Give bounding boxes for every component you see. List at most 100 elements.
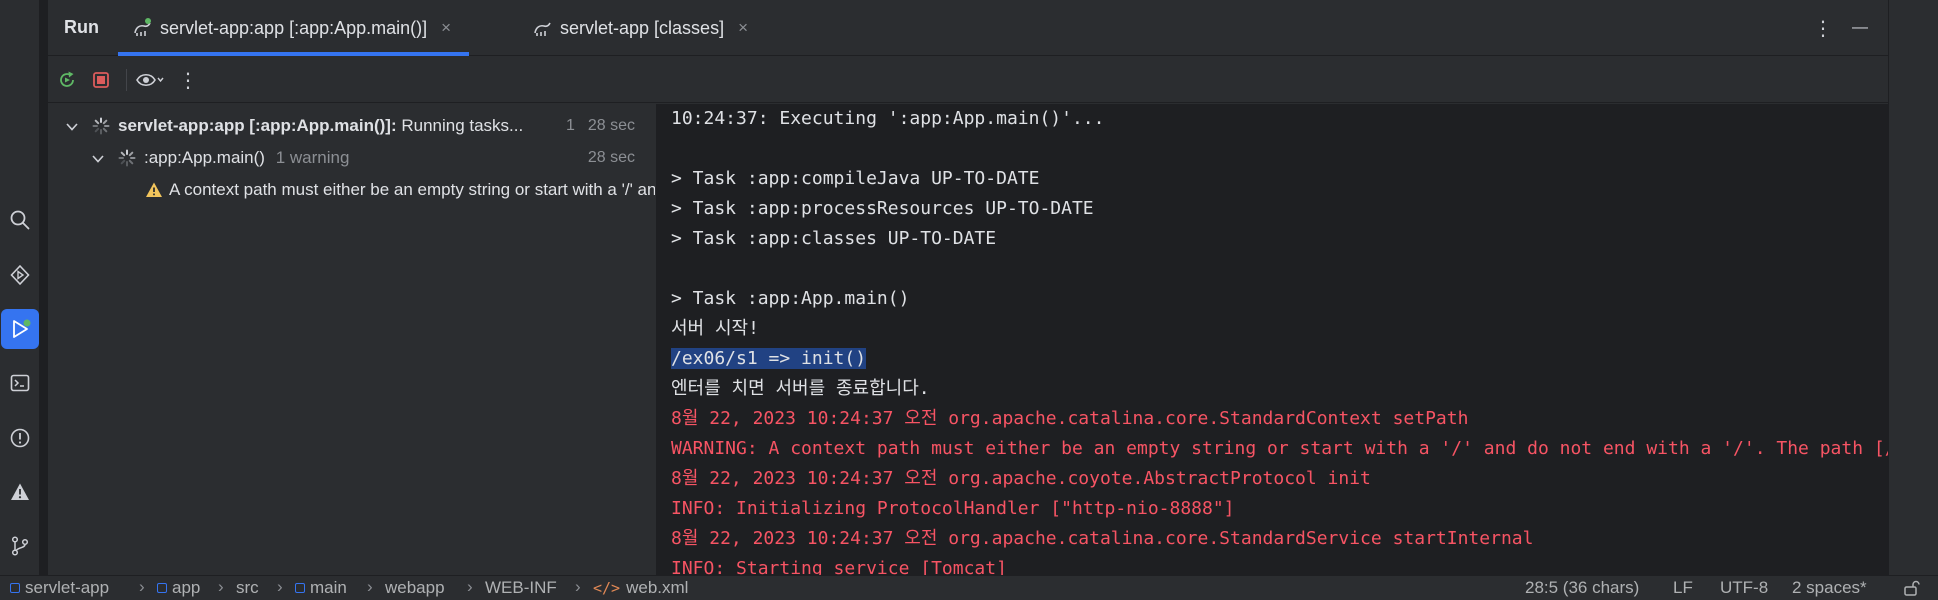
tab-label: servlet-app [classes] xyxy=(560,17,725,38)
right-tool-strip xyxy=(1888,0,1938,575)
chevron-down-icon[interactable] xyxy=(91,151,105,171)
breadcrumb-web-inf[interactable]: WEB-INF xyxy=(485,578,557,598)
tree-child-name: :app:App.main() xyxy=(144,148,265,167)
console-line: 8월 22, 2023 10:24:37 오전 org.apache.coyot… xyxy=(671,465,1371,493)
tree-row-child[interactable]: :app:App.main() 1 warning 28 sec xyxy=(48,142,655,174)
tree-child-warning-count: 1 warning xyxy=(275,148,350,167)
tree-root-time: 28 sec xyxy=(587,117,635,134)
chevron-down-icon[interactable] xyxy=(65,119,79,139)
run-panel-title: Run xyxy=(64,17,99,37)
services-icon[interactable] xyxy=(2,255,38,295)
file-encoding[interactable]: UTF-8 xyxy=(1720,578,1768,598)
console-output[interactable]: 10:24:37: Executing ':app:App.main()'...… xyxy=(656,104,1892,575)
breadcrumb-src[interactable]: src xyxy=(236,578,259,598)
close-icon[interactable]: × xyxy=(441,18,451,38)
spinner-icon xyxy=(92,117,110,140)
breadcrumb-separator: › xyxy=(575,577,581,596)
breadcrumb-main[interactable]: main xyxy=(295,578,347,598)
git-icon[interactable] xyxy=(2,526,38,566)
console-line: WARNING: A context path must either be a… xyxy=(671,435,1892,463)
stop-icon[interactable] xyxy=(87,66,115,94)
minimize-icon[interactable]: — xyxy=(1848,14,1872,42)
run-tool-window: Run servlet-app:app [:app:App.main()] × … xyxy=(48,0,1936,575)
line-ending[interactable]: LF xyxy=(1673,578,1693,598)
console-line: /ex06/s1 => init() xyxy=(671,345,867,373)
run-toolbar: ⋮ xyxy=(48,57,1888,103)
more-options-icon[interactable]: ⋮ xyxy=(1811,14,1835,42)
breadcrumb-label: main xyxy=(310,578,347,597)
tree-row-root[interactable]: servlet-app:app [:app:App.main()]: Runni… xyxy=(48,110,655,142)
console-line-text: 엔터를 치면 서버를 종료합니다. xyxy=(671,378,930,399)
tree-child-time: 28 sec xyxy=(587,149,635,166)
console-line-text: > Task :app:classes UP-TO-DATE xyxy=(671,228,997,249)
tab-servlet-app-classes[interactable]: servlet-app [classes] × xyxy=(532,0,748,56)
console-line: > Task :app:compileJava UP-TO-DATE xyxy=(671,165,1039,193)
console-line: 8월 22, 2023 10:24:37 오전 org.apache.catal… xyxy=(671,525,1533,553)
console-line-text: 서버 시작! xyxy=(671,318,759,339)
breadcrumb-label: WEB-INF xyxy=(485,578,557,597)
xml-icon: </> xyxy=(593,579,621,597)
console-line-text: WARNING: A context path must either be a… xyxy=(671,438,1892,459)
module-icon xyxy=(295,583,305,593)
breadcrumb-separator: › xyxy=(218,577,224,596)
search-icon[interactable] xyxy=(2,200,38,240)
breadcrumb-label: web.xml xyxy=(626,578,689,597)
console-line-text: 8월 22, 2023 10:24:37 오전 org.apache.catal… xyxy=(671,528,1534,549)
run-icon[interactable] xyxy=(1,309,39,349)
lock-icon[interactable] xyxy=(1902,579,1920,600)
indent-setting[interactable]: 2 spaces* xyxy=(1792,578,1867,598)
breadcrumb-label: webapp xyxy=(385,578,445,597)
terminal-icon[interactable] xyxy=(2,363,38,403)
console-line-text: > Task :app:processResources UP-TO-DATE xyxy=(671,198,1094,219)
console-line-text: > Task :app:compileJava UP-TO-DATE xyxy=(671,168,1040,189)
breadcrumb-separator: › xyxy=(467,577,473,596)
ide-window: Run servlet-app:app [:app:App.main()] × … xyxy=(0,0,1938,600)
console-line-text: 8월 22, 2023 10:24:37 오전 org.apache.coyot… xyxy=(671,468,1371,489)
console-line-text: /ex06/s1 => init() xyxy=(671,348,867,369)
tree-row-warning[interactable]: A context path must either be an empty s… xyxy=(48,174,655,206)
breadcrumb-servlet-app[interactable]: servlet-app xyxy=(10,578,109,598)
tree-warning-text: A context path must either be an empty s… xyxy=(169,180,655,199)
module-icon xyxy=(10,583,20,593)
breadcrumb-label: src xyxy=(236,578,259,597)
console-line-text: > Task :app:App.main() xyxy=(671,288,910,309)
console-line-text: 8월 22, 2023 10:24:37 오전 org.apache.catal… xyxy=(671,408,1469,429)
console-line: 엔터를 치면 서버를 종료합니다. xyxy=(671,375,930,403)
gradle-run-icon xyxy=(132,17,154,39)
tab-servlet-app-main[interactable]: servlet-app:app [:app:App.main()] × xyxy=(118,0,470,56)
tree-root-count: 1 xyxy=(566,117,575,134)
breadcrumb-separator: › xyxy=(277,577,283,596)
console-line: 10:24:37: Executing ':app:App.main()'... xyxy=(671,105,1104,133)
breadcrumb-label: servlet-app xyxy=(25,578,110,597)
console-line: > Task :app:processResources UP-TO-DATE xyxy=(671,195,1094,223)
console-line-text: INFO: Starting service [Tomcat] xyxy=(671,558,1007,575)
breadcrumb-separator: › xyxy=(367,577,373,596)
console-line: > Task :app:classes UP-TO-DATE xyxy=(671,225,996,253)
console-line: INFO: Starting service [Tomcat] xyxy=(671,555,1007,575)
run-tab-bar: Run servlet-app:app [:app:App.main()] × … xyxy=(48,0,1888,56)
breadcrumb-app[interactable]: app xyxy=(157,578,200,598)
console-line: 서버 시작! xyxy=(671,315,759,343)
eye-icon[interactable] xyxy=(132,66,168,94)
warning-icon[interactable] xyxy=(2,472,38,512)
warning-icon xyxy=(145,181,163,204)
rerun-icon[interactable] xyxy=(53,66,81,94)
console-line: > Task :app:App.main() xyxy=(671,285,909,313)
spinner-icon xyxy=(118,149,136,172)
gradle-icon xyxy=(532,17,554,39)
problems-icon[interactable] xyxy=(2,418,38,458)
breadcrumb-label: app xyxy=(172,578,201,597)
more-vertical-icon[interactable]: ⋮ xyxy=(174,66,202,94)
console-line-text: 10:24:37: Executing ':app:App.main()'... xyxy=(671,108,1105,129)
cursor-position[interactable]: 28:5 (36 chars) xyxy=(1525,578,1639,598)
breadcrumb-web-xml[interactable]: </> web.xml xyxy=(593,578,688,598)
tab-label: servlet-app:app [:app:App.main()] xyxy=(160,17,428,38)
close-icon[interactable]: × xyxy=(738,18,748,38)
tree-root-status: Running tasks... xyxy=(396,116,524,135)
breadcrumb-separator: › xyxy=(139,577,145,596)
left-tool-strip xyxy=(0,0,40,575)
console-line: 8월 22, 2023 10:24:37 오전 org.apache.catal… xyxy=(671,405,1468,433)
console-line-text: INFO: Initializing ProtocolHandler ["htt… xyxy=(671,498,1235,519)
toolbar-separator xyxy=(126,69,127,91)
breadcrumb-webapp[interactable]: webapp xyxy=(385,578,445,598)
